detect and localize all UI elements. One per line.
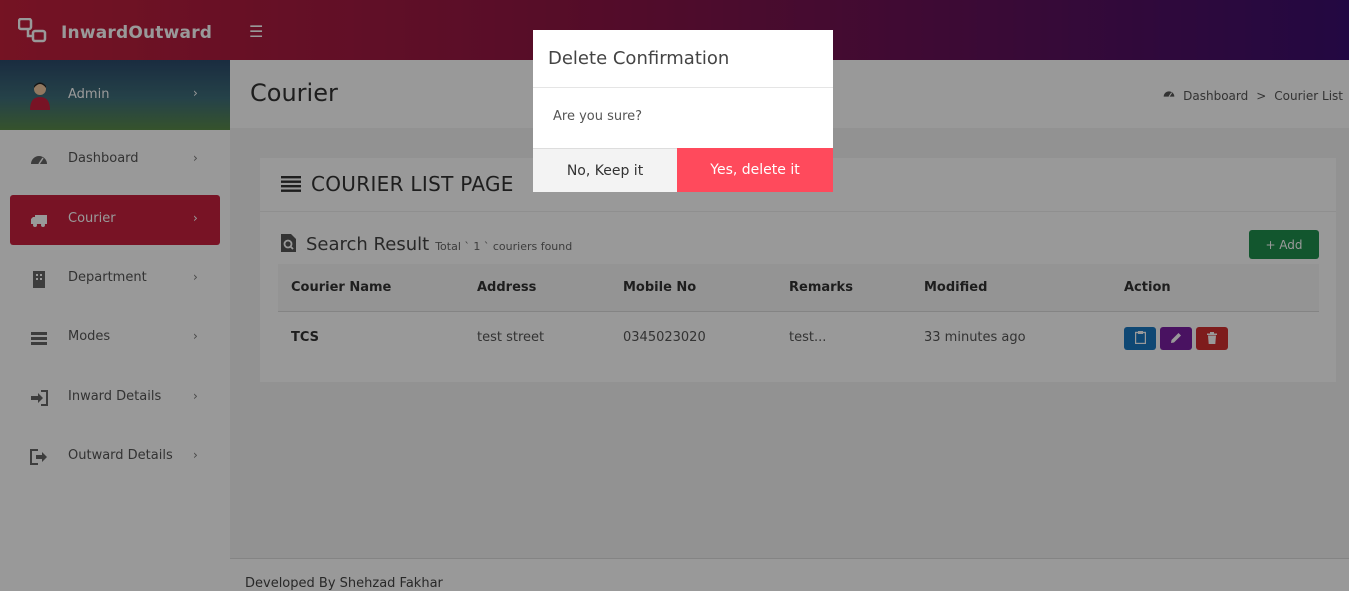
delete-confirmation-dialog: Delete Confirmation Are you sure? No, Ke… <box>533 30 833 192</box>
confirm-delete-button[interactable]: Yes, delete it <box>677 148 833 192</box>
cancel-button[interactable]: No, Keep it <box>533 148 677 192</box>
dialog-divider <box>533 87 833 88</box>
dialog-message: Are you sure? <box>553 109 643 124</box>
dialog-title: Delete Confirmation <box>548 48 730 69</box>
